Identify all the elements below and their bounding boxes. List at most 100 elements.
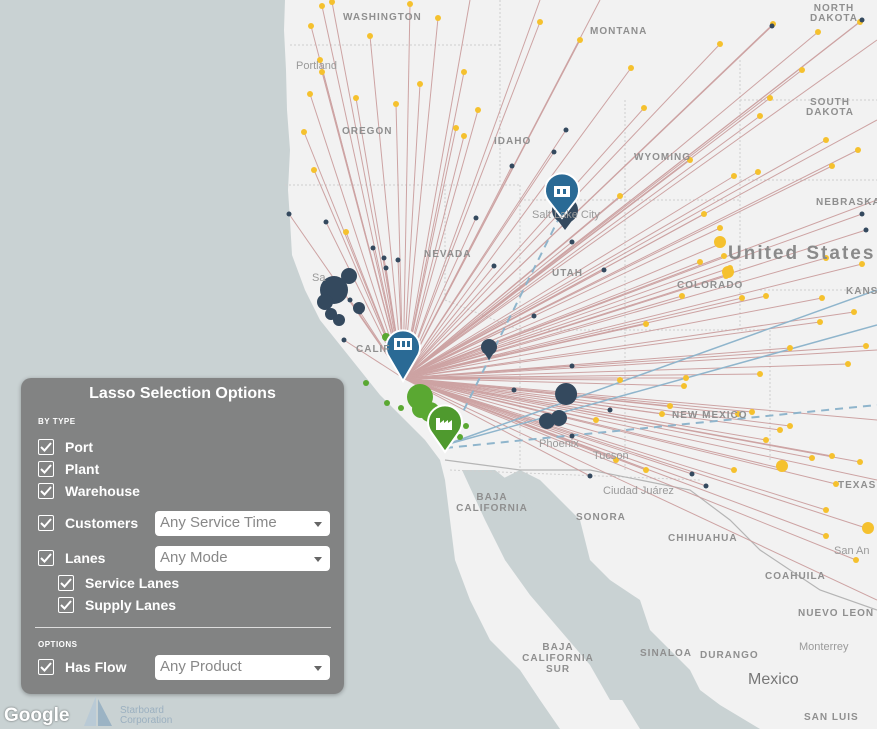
customer-marker[interactable] — [717, 41, 723, 47]
customer-marker[interactable] — [769, 23, 775, 29]
customer-marker[interactable] — [799, 67, 805, 73]
customer-marker[interactable] — [551, 149, 557, 155]
service-time-dropdown[interactable]: Any Service Time — [155, 511, 330, 536]
customer-pin-large[interactable] — [776, 460, 788, 472]
service-lanes-checkbox[interactable] — [58, 575, 74, 591]
customer-marker[interactable] — [587, 473, 593, 479]
customer-marker[interactable] — [857, 459, 863, 465]
customer-marker[interactable] — [347, 297, 353, 303]
customer-marker[interactable] — [701, 211, 707, 217]
customer-pin-large[interactable] — [862, 522, 874, 534]
customer-marker[interactable] — [308, 23, 314, 29]
lanes-checkbox[interactable] — [38, 550, 54, 566]
customer-marker[interactable] — [809, 455, 815, 461]
customer-marker[interactable] — [473, 215, 479, 221]
customer-marker[interactable] — [569, 239, 575, 245]
customer-marker[interactable] — [823, 137, 829, 143]
customer-pin-large[interactable] — [722, 266, 734, 278]
mode-dropdown[interactable]: Any Mode — [155, 546, 330, 571]
lanes-option[interactable]: Lanes — [38, 550, 105, 566]
customer-marker[interactable] — [601, 267, 607, 273]
customer-marker[interactable] — [855, 147, 861, 153]
customer-marker[interactable] — [393, 101, 399, 107]
google-logo[interactable]: Google — [4, 705, 69, 727]
customer-marker[interactable] — [531, 313, 537, 319]
customer-marker[interactable] — [319, 3, 325, 9]
customer-marker[interactable] — [763, 293, 769, 299]
plant-option[interactable]: Plant — [38, 461, 99, 477]
customer-marker[interactable] — [667, 403, 673, 409]
product-dropdown[interactable]: Any Product — [155, 655, 330, 680]
customer-marker[interactable] — [721, 253, 727, 259]
customer-marker[interactable] — [863, 343, 869, 349]
customer-marker[interactable] — [435, 15, 441, 21]
customer-marker[interactable] — [823, 507, 829, 513]
customer-marker[interactable] — [659, 411, 665, 417]
customer-marker[interactable] — [461, 133, 467, 139]
customer-marker[interactable] — [829, 453, 835, 459]
customer-marker[interactable] — [851, 309, 857, 315]
customer-marker[interactable] — [757, 113, 763, 119]
customer-marker[interactable] — [341, 337, 347, 343]
customer-marker[interactable] — [829, 163, 835, 169]
customer-pin-large[interactable] — [714, 236, 726, 248]
customer-marker[interactable] — [417, 81, 423, 87]
customer-marker[interactable] — [703, 483, 709, 489]
warehouse-checkbox[interactable] — [38, 483, 54, 499]
customer-marker[interactable] — [739, 295, 745, 301]
port-option[interactable]: Port — [38, 439, 93, 455]
customer-marker[interactable] — [859, 211, 865, 217]
customer-marker[interactable] — [817, 319, 823, 325]
customer-marker[interactable] — [763, 437, 769, 443]
customer-marker[interactable] — [717, 225, 723, 231]
customer-marker[interactable] — [569, 363, 575, 369]
customer-marker[interactable] — [617, 377, 623, 383]
customer-marker[interactable] — [577, 37, 583, 43]
port-checkbox[interactable] — [38, 439, 54, 455]
customer-marker[interactable] — [343, 229, 349, 235]
customer-marker[interactable] — [607, 407, 613, 413]
customer-marker[interactable] — [628, 65, 634, 71]
supply-lanes-option[interactable]: Supply Lanes — [58, 597, 176, 613]
customer-marker[interactable] — [731, 467, 737, 473]
customer-marker[interactable] — [453, 125, 459, 131]
customer-marker[interactable] — [381, 255, 387, 261]
customer-marker[interactable] — [353, 95, 359, 101]
customer-marker[interactable] — [537, 19, 543, 25]
customer-marker[interactable] — [815, 29, 821, 35]
customer-marker[interactable] — [370, 245, 376, 251]
customer-marker[interactable] — [395, 257, 401, 263]
customers-option[interactable]: Customers — [38, 515, 138, 531]
customer-marker[interactable] — [681, 383, 687, 389]
customer-marker[interactable] — [307, 91, 313, 97]
customer-marker[interactable] — [563, 127, 569, 133]
customer-marker[interactable] — [511, 387, 517, 393]
customer-marker[interactable] — [697, 259, 703, 265]
customer-marker[interactable] — [461, 69, 467, 75]
customer-marker[interactable] — [643, 467, 649, 473]
plant-checkbox[interactable] — [38, 461, 54, 477]
customer-marker[interactable] — [787, 423, 793, 429]
customer-marker[interactable] — [641, 105, 647, 111]
customer-marker[interactable] — [863, 227, 869, 233]
warehouse-option[interactable]: Warehouse — [38, 483, 140, 499]
has-flow-option[interactable]: Has Flow — [38, 659, 126, 675]
customer-marker[interactable] — [757, 371, 763, 377]
has-flow-checkbox[interactable] — [38, 659, 54, 675]
customer-marker[interactable] — [679, 293, 685, 299]
customer-marker[interactable] — [787, 345, 793, 351]
customer-marker[interactable] — [407, 1, 413, 7]
customer-marker[interactable] — [731, 173, 737, 179]
customer-marker[interactable] — [767, 95, 773, 101]
customer-marker[interactable] — [819, 295, 825, 301]
supply-lanes-checkbox[interactable] — [58, 597, 74, 613]
customer-marker[interactable] — [617, 193, 623, 199]
customer-marker[interactable] — [749, 409, 755, 415]
customer-marker[interactable] — [475, 107, 481, 113]
service-lanes-option[interactable]: Service Lanes — [58, 575, 179, 591]
customer-marker[interactable] — [777, 427, 783, 433]
customers-checkbox[interactable] — [38, 515, 54, 531]
customer-marker[interactable] — [323, 219, 329, 225]
customer-marker[interactable] — [491, 263, 497, 269]
customer-marker[interactable] — [845, 361, 851, 367]
